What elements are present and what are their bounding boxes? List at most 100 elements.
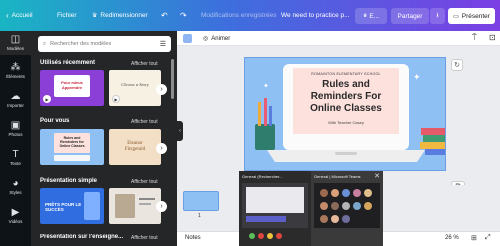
redo-button[interactable]: ↷: [180, 0, 187, 31]
slide-canvas[interactable]: ✦ ✦ ROMAINTON ELEMENTARY SCHOOL Rules an…: [244, 57, 446, 171]
next-arrow-button[interactable]: ›: [156, 84, 167, 95]
present-icon: ▭: [453, 13, 459, 20]
document-title-label: We need to practice p...: [281, 12, 350, 19]
taskbar-preview: General (Rechercher... General | Microso…: [239, 171, 383, 246]
participant-avatar: [331, 215, 339, 223]
next-arrow-button[interactable]: ›: [156, 143, 167, 154]
participant-avatar: [320, 189, 328, 197]
participant-avatar: [331, 189, 339, 197]
animate-button[interactable]: ◎ Animer: [203, 31, 230, 46]
status-dot: [267, 233, 273, 239]
status-dot: [249, 233, 255, 239]
share-button[interactable]: Partager: [391, 8, 429, 24]
upload-icon: ☁: [10, 91, 21, 102]
preview-content: [246, 187, 304, 213]
elements-icon: ⁂: [10, 62, 21, 73]
file-menu[interactable]: Fichier: [57, 0, 77, 31]
templates-icon: ◫: [10, 34, 21, 45]
resize-label: Redimensionner: [100, 12, 148, 19]
template-thumb[interactable]: Choose a Story ▶: [109, 70, 161, 106]
paint-roller-icon[interactable]: ⍑: [472, 33, 477, 43]
template-thumb[interactable]: Pour mieux Apprendre ▶: [40, 70, 104, 106]
participant-avatar: [342, 202, 350, 210]
back-label: Accueil: [11, 12, 33, 19]
participant-avatar: [331, 202, 339, 210]
refresh-icon: ↻: [454, 62, 460, 69]
animate-label: Animer: [211, 35, 231, 42]
present-button[interactable]: ▭ Présenter: [448, 8, 495, 24]
download-button[interactable]: ⭳: [430, 8, 445, 24]
thumb-text: Pour mieux Apprendre: [61, 80, 83, 90]
collapse-panel-button[interactable]: ‹: [177, 121, 183, 141]
participant-avatar: [364, 202, 372, 210]
next-arrow-button[interactable]: ›: [156, 201, 167, 212]
plan-button[interactable]: ♛ E...: [355, 8, 387, 24]
preview-window-1[interactable]: General (Rechercher...: [239, 171, 311, 246]
rail-label: Texte: [10, 161, 21, 166]
close-icon[interactable]: ✕: [374, 172, 380, 180]
lock-icon[interactable]: ⊡: [489, 33, 496, 42]
plan-label: E...: [369, 12, 380, 20]
styles-icon: ◕: [12, 178, 19, 189]
notes-button[interactable]: Notes: [185, 235, 201, 241]
back-button[interactable]: ‹ Accueil: [6, 0, 33, 31]
page-thumb[interactable]: [183, 191, 219, 211]
participant-avatar: [320, 202, 328, 210]
grid-view-icon[interactable]: ⊞: [471, 234, 477, 242]
document-title[interactable]: We need to practice p...: [281, 0, 350, 31]
panel-scrollbar[interactable]: [171, 59, 174, 99]
section-title: Utilisés récemment: [40, 60, 96, 66]
play-icon: ▶: [112, 95, 120, 103]
crown-icon: ♛: [92, 13, 98, 19]
rail-label: Vidéos: [8, 219, 23, 224]
rail-item-templates[interactable]: ◫ Modèles: [0, 31, 31, 55]
see-all-link[interactable]: Afficher tout: [131, 235, 158, 241]
resize-button[interactable]: ♛ Redimensionner: [92, 0, 148, 31]
fullscreen-icon[interactable]: ⤢: [485, 234, 491, 242]
videos-icon: ▶: [11, 207, 20, 218]
chevron-right-icon: ›: [160, 203, 163, 210]
chevron-right-icon: ›: [160, 86, 163, 93]
rail-item-elements[interactable]: ⁂ Éléments: [0, 62, 31, 79]
rail-item-upload[interactable]: ☁ Importer: [0, 91, 31, 108]
refresh-button[interactable]: ↻: [451, 59, 463, 71]
see-all-link[interactable]: Afficher tout: [131, 119, 158, 125]
zoom-level[interactable]: 26 %: [445, 235, 459, 241]
preview-title: General (Rechercher...: [242, 174, 283, 179]
preview-bar: [246, 216, 286, 222]
template-thumb[interactable]: PRÊTS POUR LE SUCCÈS: [40, 188, 104, 224]
thumb-line: [139, 203, 151, 205]
rail-label: Éléments: [6, 74, 25, 79]
thumb-text: PRÊTS POUR LE SUCCÈS: [45, 202, 82, 212]
template-thumb[interactable]: Rules and Reminders for Online Classes: [40, 129, 104, 165]
rail-item-photos[interactable]: ▣ Photos: [0, 120, 31, 137]
search-input[interactable]: ⌕ Rechercher des modèles ☰: [38, 36, 171, 52]
participant-avatar: [364, 189, 372, 197]
rail-item-videos[interactable]: ▶ Vidéos: [0, 207, 31, 224]
redo-icon: ↷: [180, 11, 187, 20]
background-color-swatch[interactable]: [183, 34, 192, 43]
filter-icon[interactable]: ☰: [160, 40, 166, 48]
text-icon: T: [12, 149, 19, 160]
rail-label: Importer: [7, 103, 24, 108]
status-dot: [276, 233, 282, 239]
chevron-left-icon: ‹: [179, 128, 181, 134]
undo-button[interactable]: ↶: [161, 0, 168, 31]
svg-text:✦: ✦: [263, 82, 269, 90]
page-number: 1: [198, 213, 201, 219]
preview-window-2[interactable]: General | Microsoft Teams ✕: [311, 171, 383, 246]
template-thumb[interactable]: [109, 188, 161, 224]
slide-title-line: Online Classes: [310, 103, 382, 114]
participant-avatar: [353, 202, 361, 210]
rail-item-styles[interactable]: ◕ Styles: [0, 178, 31, 195]
save-status-label: Modifications enregistrées: [201, 12, 277, 19]
template-thumb[interactable]: Eleanor Fitzgerald: [109, 129, 161, 165]
animate-icon: ◎: [203, 36, 209, 42]
editor-toolbar: ◎ Animer ⍑ ⊡: [177, 31, 500, 46]
see-all-link[interactable]: Afficher tout: [131, 179, 158, 185]
see-all-link[interactable]: Afficher tout: [131, 61, 158, 67]
rail-item-text[interactable]: T Texte: [0, 149, 31, 166]
rail-label: Photos: [8, 132, 23, 137]
slide-subtitle: With Teacher Casey: [328, 120, 364, 125]
thumb-text: Choose a Story: [121, 82, 149, 87]
